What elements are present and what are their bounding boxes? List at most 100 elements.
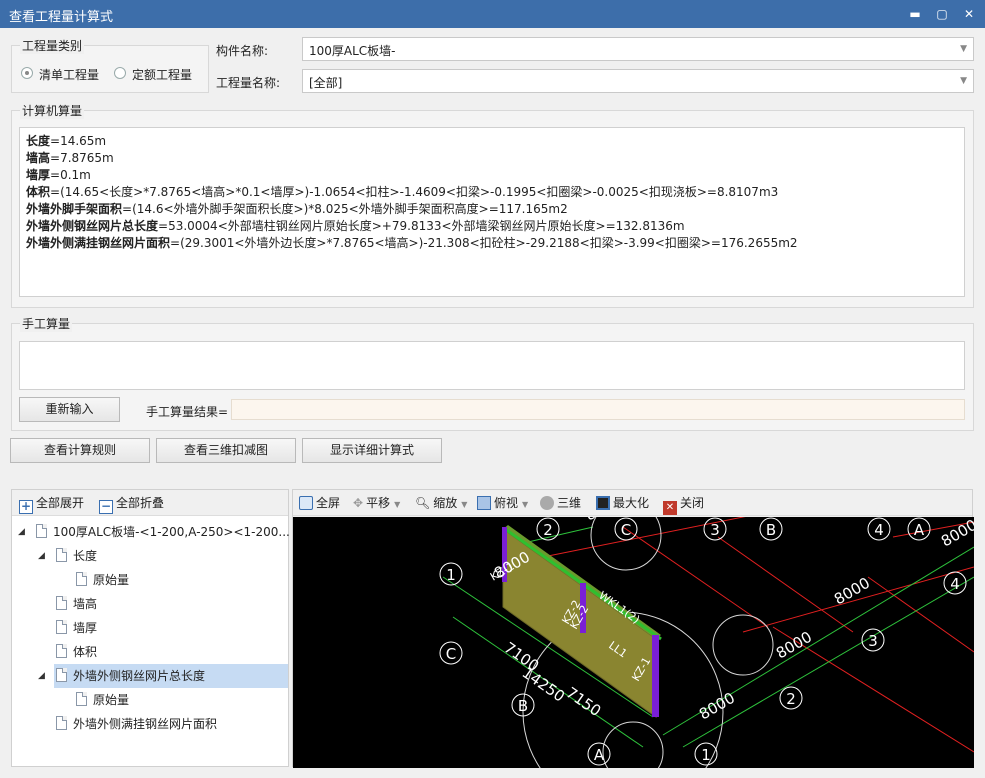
pan-button[interactable]: ✥ 平移 ▼ (353, 494, 400, 511)
quantity-name-value: [全部] (309, 76, 343, 90)
view-rules-button[interactable]: 查看计算规则 (10, 438, 150, 463)
view-3d-deduction-button[interactable]: 查看三维扣减图 (156, 438, 296, 463)
radio-bill-quantity-label: 清单工程量 (39, 68, 100, 82)
plus-box-icon: + (19, 499, 33, 514)
computer-calc-textarea[interactable]: 长度=14.65m 墙高=7.8765m 墙厚=0.1m 体积=(14.65<长… (19, 127, 965, 297)
computer-calc-label: 计算机算量 (20, 102, 85, 119)
axis-label: 2 (786, 690, 796, 708)
close-icon: ✕ (663, 501, 677, 515)
axis-label: C (621, 521, 631, 539)
tree-item-volume[interactable]: 体积 (56, 640, 97, 664)
fullscreen-button[interactable]: 全屏 (299, 494, 340, 511)
axis-label: C (446, 645, 456, 663)
reinput-button[interactable]: 重新输入 (19, 397, 120, 422)
radio-quota-quantity[interactable] (114, 67, 126, 79)
tree-item-length-original[interactable]: 原始量 (76, 568, 129, 592)
calc-line: 长度=14.65m (26, 134, 107, 148)
3d-scene: KZ-1 KZ-2 KZ-2 KZ-1 WKL1(2) LL1 8000 800… (439, 517, 974, 768)
tree-item-length[interactable]: 长度 (56, 544, 97, 568)
axis-label: 3 (710, 521, 720, 539)
top-view-button[interactable]: 俯视 ▼ (477, 494, 528, 511)
document-icon (56, 596, 67, 610)
calc-line: 外墙外脚手架面积=(14.6<外墙外脚手架面积长度>)*8.025<外墙外脚手架… (26, 202, 568, 216)
dim-label: 8000 (773, 628, 815, 663)
window-title: 查看工程量计算式 (9, 10, 114, 25)
close-view-button[interactable]: ✕ 关闭 (663, 494, 704, 515)
document-icon (56, 668, 67, 682)
collapse-all-button[interactable]: − 全部折叠 (99, 494, 164, 514)
view-toolbar: 全屏 ✥ 平移 ▼ 🔍︎ 缩放 ▼ 俯视 ▼ 三维 最大化 ✕ 关闭 (293, 490, 972, 516)
maximize-view-button[interactable]: 最大化 (596, 494, 649, 511)
radio-bill-quantity[interactable] (21, 67, 33, 79)
axis-label: 3 (868, 632, 878, 650)
calc-line: 外墙外侧钢丝网片总长度=53.0004<外部墙柱钢丝网片原始长度>+79.813… (26, 219, 685, 233)
axis-label: 1 (701, 746, 711, 764)
manual-result-label: 手工算量结果= (146, 405, 229, 419)
axis-label: 4 (874, 521, 884, 539)
zoom-button[interactable]: 🔍︎ 缩放 ▼ (415, 494, 467, 511)
quantity-category-label: 工程量类别 (20, 37, 85, 54)
axis-label: B (518, 697, 528, 715)
tree-panel: + 全部展开 − 全部折叠 ◢ 100厚ALC板墙-<1-200,A-250><1-… (11, 489, 290, 767)
minimize-button[interactable]: ▬ (905, 4, 925, 24)
dim-label: 7150 (563, 684, 605, 721)
tree-item-mesh-area[interactable]: 外墙外侧满挂钢丝网片面积 (56, 712, 217, 736)
dim-label: 8000 (938, 517, 974, 550)
title-bar: 查看工程量计算式 ▬ ▢ ✕ (0, 0, 985, 28)
chevron-down-icon: ▼ (960, 76, 967, 86)
3d-view-panel: 全屏 ✥ 平移 ▼ 🔍︎ 缩放 ▼ 俯视 ▼ 三维 最大化 ✕ 关闭 KZ-1 … (292, 489, 974, 768)
axis-label: 1 (446, 566, 456, 584)
tree-item-mesh-length-original[interactable]: 原始量 (76, 688, 129, 712)
magnifier-icon: 🔍︎ (415, 496, 431, 510)
minus-box-icon: − (99, 499, 113, 514)
expand-arrow-icon[interactable]: ◢ (38, 671, 45, 681)
calc-line: 外墙外侧满挂钢丝网片面积=(29.3001<外墙外边长度>*7.8765<墙高>… (26, 236, 798, 250)
chevron-down-icon: ▼ (522, 500, 529, 509)
document-icon (56, 644, 67, 658)
axis-label: A (594, 746, 605, 764)
fullscreen-icon (299, 496, 313, 510)
manual-calc-textarea[interactable] (19, 341, 965, 390)
chevron-down-icon: ▼ (960, 44, 967, 54)
3d-canvas[interactable]: KZ-1 KZ-2 KZ-2 KZ-1 WKL1(2) LL1 8000 800… (293, 517, 974, 768)
tree-toolbar: + 全部展开 − 全部折叠 (12, 490, 288, 516)
calc-line: 体积=(14.65<长度>*7.8765<墙高>*0.1<墙厚>)-1.0654… (26, 185, 779, 199)
tree-item-height[interactable]: 墙高 (56, 592, 97, 616)
component-name-value: 100厚ALC板墙- (309, 44, 396, 58)
calc-line: 墙厚=0.1m (26, 168, 91, 182)
quantity-name-select[interactable]: [全部] ▼ (302, 69, 974, 93)
document-icon (56, 620, 67, 634)
3d-button[interactable]: 三维 (540, 494, 581, 511)
move-icon: ✥ (353, 496, 364, 510)
chevron-down-icon: ▼ (461, 500, 468, 509)
manual-result-field[interactable] (231, 399, 965, 420)
dim-label: 8000 (582, 517, 624, 524)
column-kz1-right (652, 635, 659, 717)
calc-line: 墙高=7.8765m (26, 151, 114, 165)
axis-label: 4 (950, 575, 960, 593)
chevron-down-icon: ▼ (394, 500, 401, 509)
manual-calc-label: 手工算量 (20, 315, 73, 332)
maximize-icon (596, 496, 610, 510)
show-detail-button[interactable]: 显示详细计算式 (302, 438, 442, 463)
axis-label: A (914, 521, 925, 539)
maximize-button[interactable]: ▢ (932, 4, 952, 24)
document-icon (56, 548, 67, 562)
expand-arrow-icon[interactable]: ◢ (38, 551, 45, 561)
top-view-icon (477, 496, 491, 510)
component-name-select[interactable]: 100厚ALC板墙- ▼ (302, 37, 974, 61)
axis-label: B (766, 521, 776, 539)
3d-orbit-icon (540, 496, 554, 510)
radio-quota-quantity-label: 定额工程量 (132, 68, 193, 82)
quantity-name-label: 工程量名称: (216, 76, 281, 90)
expand-arrow-icon[interactable]: ◢ (18, 527, 25, 537)
expand-all-button[interactable]: + 全部展开 (19, 494, 84, 514)
dim-label: 8000 (831, 574, 873, 609)
tree-item-mesh-length[interactable]: 外墙外侧钢丝网片总长度 (54, 664, 288, 688)
close-button[interactable]: ✕ (959, 4, 979, 24)
document-icon (56, 716, 67, 730)
tree-item-thickness[interactable]: 墙厚 (56, 616, 97, 640)
component-name-label: 构件名称: (216, 44, 269, 58)
tree-item-root[interactable]: 100厚ALC板墙-<1-200,A-250><1-200... (36, 520, 290, 544)
document-icon (36, 524, 47, 538)
